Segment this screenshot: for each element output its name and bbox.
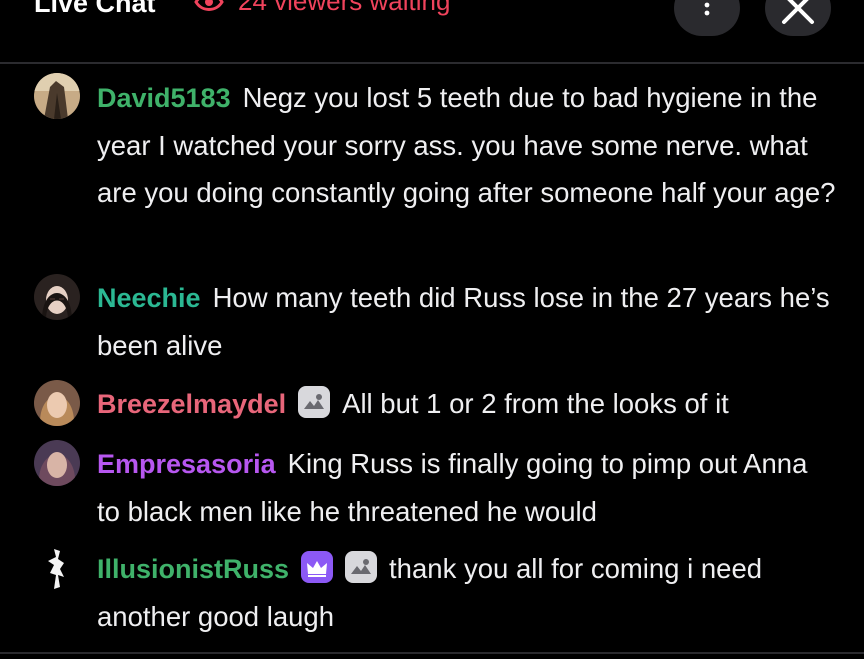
eye-icon <box>194 0 224 11</box>
viewers-label: 24 viewers waiting <box>238 0 451 16</box>
more-vertical-icon <box>704 2 710 16</box>
avatar-empresasoria[interactable] <box>34 440 80 486</box>
avatar-neechie[interactable] <box>34 274 80 320</box>
media-badge-icon <box>298 386 331 418</box>
avatar-breezelmaydel[interactable] <box>34 380 80 426</box>
viewers-count: 24 viewers waiting <box>194 0 450 17</box>
avatar-image <box>34 440 80 486</box>
avatar-image <box>34 545 80 591</box>
crown-badge-icon <box>301 551 334 583</box>
username-illusionistruss[interactable]: IllusionistRuss <box>97 554 289 584</box>
username-empresasoria[interactable]: Empresasoria <box>97 449 276 479</box>
message-text: All but 1 or 2 from the looks of it <box>342 388 729 419</box>
close-button[interactable] <box>765 0 831 36</box>
avatar-image <box>34 274 80 320</box>
chat-message: Neechie How many teeth did Russ lose in t… <box>97 274 837 369</box>
chat-message: IllusionistRuss thank you all for coming … <box>97 545 837 640</box>
chat-message: Breezelmaydel All but 1 or 2 from the loo… <box>97 380 837 428</box>
footer-divider <box>0 652 864 654</box>
chat-message: Empresasoria King Russ is finally going t… <box>97 440 837 535</box>
header-divider <box>0 62 864 64</box>
chat-title: Live Chat <box>34 0 156 18</box>
username-david5183[interactable]: David5183 <box>97 83 231 113</box>
message-text: How many teeth did Russ lose in the 27 y… <box>97 282 830 361</box>
more-options-button[interactable] <box>674 0 740 36</box>
media-badge-icon <box>345 551 378 583</box>
username-neechie[interactable]: Neechie <box>97 283 201 313</box>
avatar-david5183[interactable] <box>34 73 80 119</box>
avatar-image <box>34 73 80 119</box>
chat-header: Live Chat 24 viewers waiting <box>0 0 864 62</box>
username-breezelmaydel[interactable]: Breezelmaydel <box>97 389 286 419</box>
avatar-illusionistruss[interactable] <box>34 545 80 591</box>
close-icon <box>782 0 814 24</box>
avatar-image <box>34 380 80 426</box>
chat-message: David5183 Negz you lost 5 teeth due to ba… <box>97 74 837 216</box>
